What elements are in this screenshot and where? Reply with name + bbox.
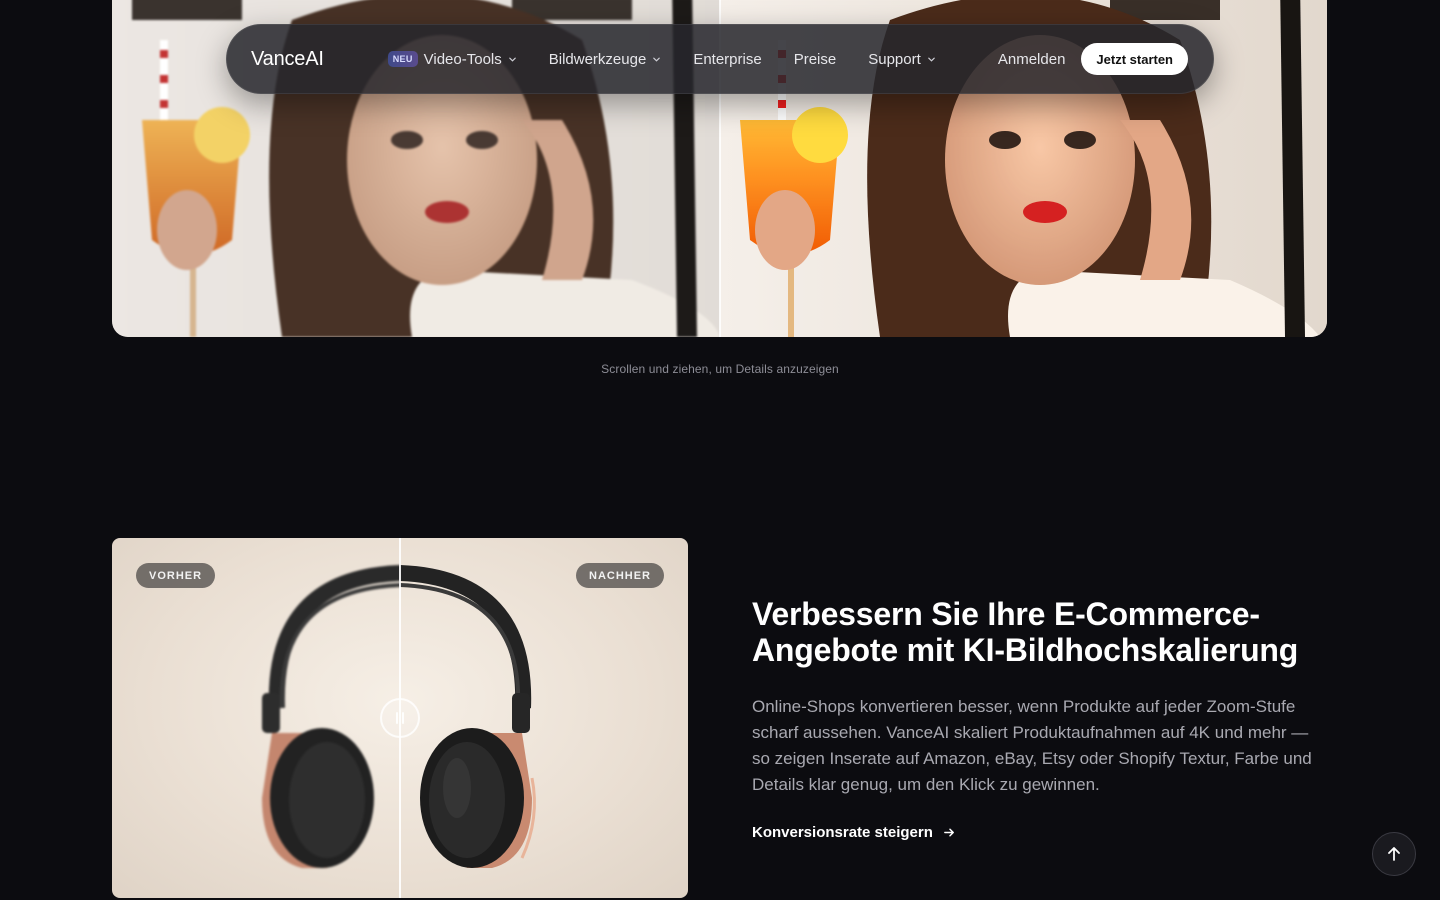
product-after-image — [400, 538, 688, 898]
increase-conversion-link[interactable]: Konversionsrate steigern — [752, 824, 1322, 841]
chevron-down-icon — [927, 57, 935, 62]
nav-items: NEU Video-Tools Bildwerkzeuge Enterprise… — [387, 50, 968, 68]
back-to-top-button[interactable] — [1372, 832, 1416, 876]
chevron-down-icon — [508, 57, 516, 62]
section-heading: Verbessern Sie Ihre E-Commerce-Angebote … — [752, 596, 1299, 668]
scroll-hint: Scrollen und ziehen, um Details anzuzeig… — [601, 362, 839, 376]
nav-item-label: Preise — [793, 50, 837, 68]
nav-actions: Anmelden Jetzt starten — [998, 43, 1188, 75]
nav-item-video-tools[interactable]: NEU Video-Tools — [387, 50, 517, 68]
nav-item-label: Bildwerkzeuge — [548, 50, 647, 68]
new-badge: NEU — [387, 51, 418, 67]
nav-item-image-tools[interactable]: Bildwerkzeuge — [549, 51, 662, 68]
nav-item-support[interactable]: Support — [868, 51, 936, 68]
nav-item-label: Support — [868, 50, 921, 68]
chevron-down-icon — [653, 57, 661, 62]
product-comparison-image[interactable]: VORHER NACHHER — [112, 538, 688, 898]
product-before-image — [112, 538, 400, 898]
feature-section: Verbessern Sie Ihre E-Commerce-Angebote … — [752, 596, 1322, 841]
link-label: Konversionsrate steigern — [752, 824, 933, 841]
nav-item-label: Video-Tools — [423, 50, 502, 68]
get-started-button[interactable]: Jetzt starten — [1081, 43, 1188, 75]
logo[interactable]: VanceAI — [251, 48, 324, 71]
main-navbar: VanceAI NEU Video-Tools Bildwerkzeuge En… — [226, 24, 1214, 94]
after-label: NACHHER — [576, 563, 664, 588]
section-body: Online-Shops konvertieren besser, wenn P… — [752, 697, 1312, 794]
signin-link[interactable]: Anmelden — [998, 51, 1066, 68]
nav-item-label: Enterprise — [693, 50, 762, 68]
nav-item-pricing[interactable]: Preise — [794, 51, 837, 68]
pause-handle-icon[interactable] — [380, 698, 420, 738]
before-label: VORHER — [136, 563, 216, 588]
arrow-right-icon — [944, 828, 954, 837]
nav-item-enterprise[interactable]: Enterprise — [693, 51, 761, 68]
arrow-up-icon — [1388, 847, 1400, 861]
